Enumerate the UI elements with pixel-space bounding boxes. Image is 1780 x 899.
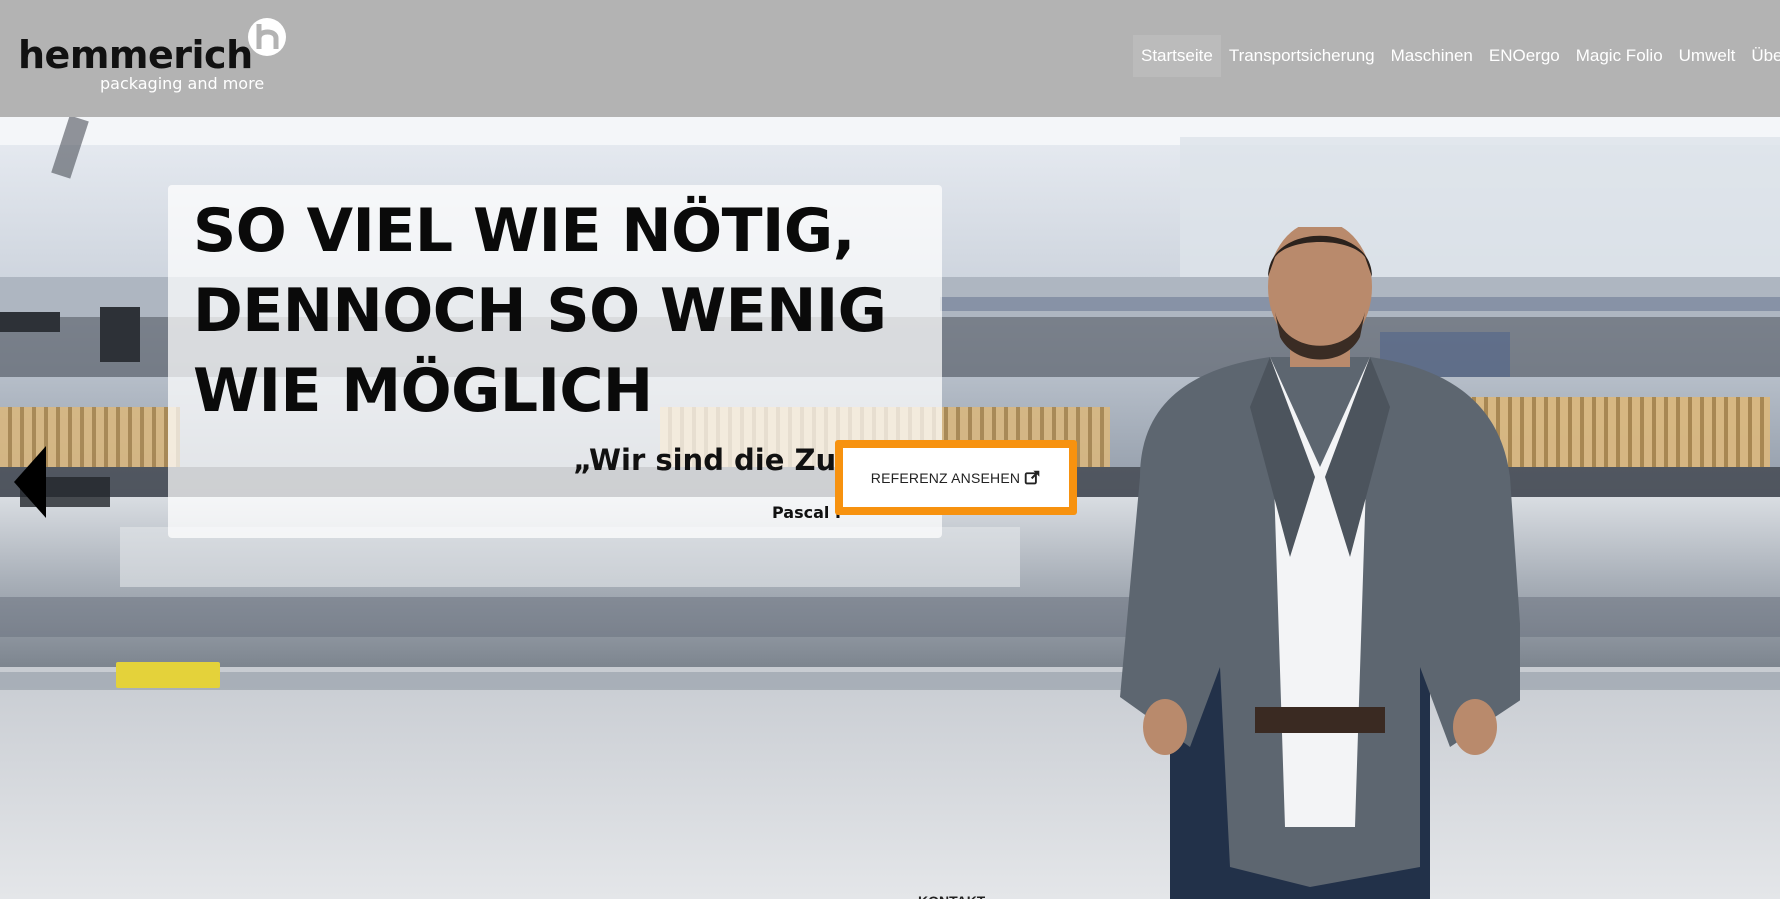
nav-item-umwelt[interactable]: Umwelt: [1671, 35, 1744, 77]
nav-item-maschinen[interactable]: Maschinen: [1383, 35, 1481, 77]
cta-label: REFERENZ ANSEHEN: [870, 469, 1021, 486]
referenz-ansehen-button[interactable]: REFERENZ ANSEHEN: [835, 440, 1077, 515]
kontakt-peek: KONTAKT: [918, 894, 985, 899]
external-link-icon: [1024, 470, 1040, 485]
nav-item-enoergo[interactable]: ENOergo: [1481, 35, 1568, 77]
hero-slider: SO VIEL WIE NÖTIG, DENNOCH SO WENIG WIE …: [0, 117, 1780, 899]
slide-caption-box: SO VIEL WIE NÖTIG, DENNOCH SO WENIG WIE …: [168, 185, 942, 538]
logo-wordmark: hemmerich: [18, 33, 253, 77]
logo-mark-icon: [248, 18, 286, 56]
site-header: hemmerich packaging and more Startseite …: [0, 0, 1780, 117]
person-photo: [1120, 227, 1520, 899]
page: hemmerich packaging and more Startseite …: [0, 0, 1780, 899]
logo-tagline: packaging and more: [100, 74, 265, 93]
nav-item-ueber[interactable]: Übe: [1743, 35, 1780, 77]
hero-headline: SO VIEL WIE NÖTIG, DENNOCH SO WENIG WIE …: [193, 191, 887, 431]
quote-author: Pascal H: [772, 503, 842, 522]
main-nav: Startseite Transportsicherung Maschinen …: [1133, 35, 1780, 77]
slider-prev-arrow-icon[interactable]: [12, 444, 48, 520]
cta-inner: REFERENZ ANSEHEN: [843, 448, 1069, 507]
nav-item-startseite[interactable]: Startseite: [1133, 35, 1221, 77]
logo[interactable]: hemmerich packaging and more: [18, 16, 298, 98]
nav-item-magic-folio[interactable]: Magic Folio: [1568, 35, 1671, 77]
headline-line-1: SO VIEL WIE NÖTIG,: [193, 196, 855, 266]
headline-line-2: DENNOCH SO WENIG: [193, 276, 887, 346]
nav-item-transportsicherung[interactable]: Transportsicherung: [1221, 35, 1383, 77]
headline-line-3: WIE MÖGLICH: [193, 356, 653, 426]
hero-quote: „Wir sind die Zuku: [573, 443, 838, 477]
